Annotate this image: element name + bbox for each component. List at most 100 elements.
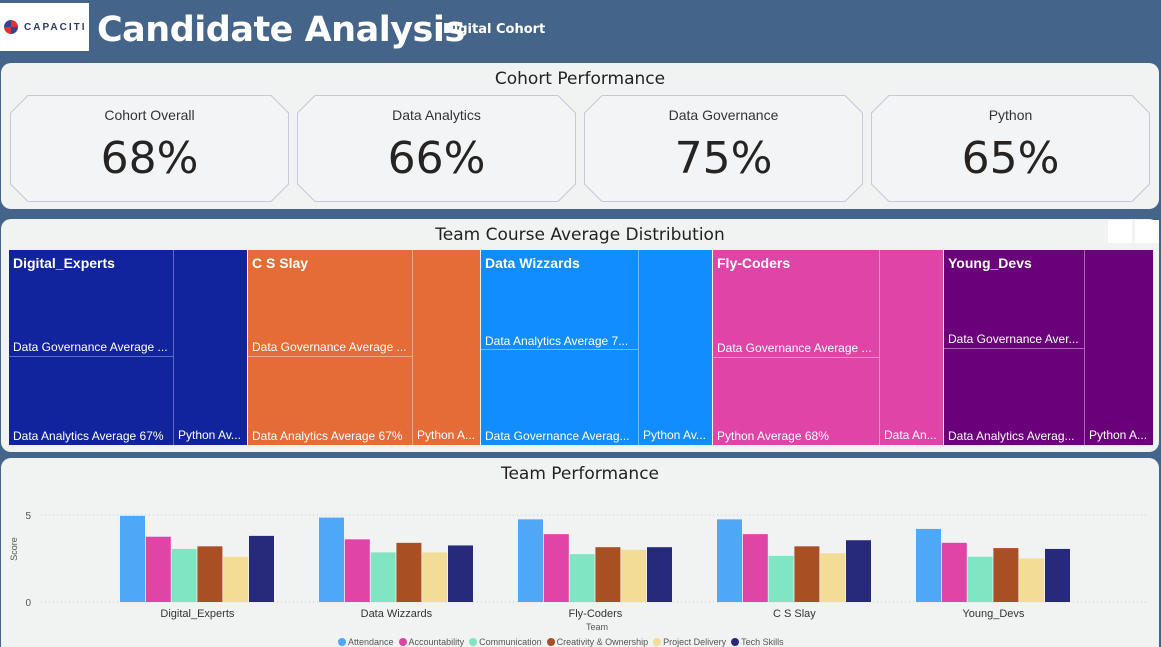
legend-item[interactable]: Project Delivery (653, 637, 726, 647)
bar (794, 546, 820, 602)
treemap-cell-label: Python Av... (643, 428, 706, 442)
y-tick-label: 0 (25, 598, 31, 609)
bar (820, 553, 846, 602)
team-course-average-panel: Team Course Average Distribution Digital… (1, 219, 1159, 452)
treemap-cell[interactable]: Python Average 68% (713, 357, 879, 445)
x-tick-label: Fly-Coders (569, 608, 623, 620)
legend-item[interactable]: Tech Skills (731, 637, 784, 647)
legend-item[interactable]: Creativity & Ownership (546, 637, 649, 647)
treemap-cell-label: Data An... (884, 428, 937, 442)
treemap-cell[interactable]: Young_Devs Data Governance Aver... (944, 250, 1084, 348)
bar (223, 556, 249, 602)
treemap-chart: Digital_Experts Data Governance Average … (9, 250, 1153, 445)
bar (846, 540, 871, 602)
bar (448, 545, 473, 602)
page-title: Candidate Analysis (97, 10, 465, 50)
x-tick-label: C S Slay (773, 608, 816, 620)
treemap-cell-label: Data Analytics Averag... (948, 429, 1075, 443)
bar (344, 539, 370, 602)
bar (171, 548, 197, 602)
legend-label: Creativity & Ownership (556, 637, 649, 647)
treemap-cell-label: Python A... (417, 428, 476, 442)
kpi-label: Data Analytics (392, 107, 481, 123)
legend-label: Communication (479, 637, 542, 647)
chart-legend: Attendance Accountability Communication Cre… (338, 637, 784, 647)
x-axis-label: Team (586, 622, 608, 632)
treemap-cell[interactable]: Data Analytics Averag... (944, 348, 1084, 445)
kpi-value: 65% (961, 133, 1060, 184)
treemap-cell[interactable]: Data Analytics Average 67% (248, 356, 412, 445)
treemap-cell-label: Data Governance Aver... (948, 332, 1079, 346)
treemap-cell[interactable]: Python A... (412, 250, 480, 445)
treemap-team-label: C S Slay (252, 255, 309, 271)
more-options-button[interactable] (1135, 220, 1159, 243)
x-tick-label: Young_Devs (962, 608, 1024, 620)
kpi-value: 66% (387, 133, 486, 184)
treemap-cell[interactable]: Python Av... (173, 250, 247, 445)
legend-label: Tech Skills (741, 637, 784, 647)
focus-mode-button[interactable] (1108, 220, 1132, 243)
kpi-label: Data Governance (668, 107, 779, 123)
bar (595, 547, 621, 602)
treemap-cell-label: Data Governance Averag... (485, 429, 630, 443)
bar (145, 536, 171, 602)
treemap-cell[interactable]: Python Av... (638, 250, 712, 445)
treemap-cell-label: Data Governance Average ... (252, 340, 407, 354)
bar (120, 515, 145, 602)
team-performance-panel: Team Performance 0 5 Score Digital_Experts D… (1, 458, 1159, 647)
bar (569, 554, 595, 602)
bar (197, 546, 223, 602)
kpi-card-python[interactable]: Python 65% (871, 95, 1150, 202)
bar (993, 548, 1019, 602)
bar (249, 535, 274, 602)
bar (717, 519, 742, 602)
treemap-cell[interactable]: Data Analytics Average 67% (9, 356, 173, 445)
legend-label: Project Delivery (663, 637, 727, 647)
team-performance-chart: 0 5 Score Digital_Experts Data Wizzards Fly-C… (9, 511, 1146, 632)
bar (370, 552, 396, 602)
y-tick-label: 5 (25, 511, 31, 522)
legend-label: Attendance (348, 637, 394, 647)
legend-item[interactable]: Accountability (398, 637, 465, 647)
bar (543, 534, 569, 602)
bar (1045, 548, 1070, 602)
bar (941, 542, 967, 602)
capaciti-logo-icon (4, 20, 18, 34)
kpi-card-data-governance[interactable]: Data Governance 75% (584, 95, 863, 202)
bar (518, 519, 543, 602)
kpi-label: Cohort Overall (104, 107, 195, 123)
bar (319, 517, 344, 602)
legend-dot-icon (653, 638, 662, 646)
kpi-card-cohort-overall[interactable]: Cohort Overall 68% (10, 95, 289, 202)
treemap-cell[interactable]: Data Wizzards Data Analytics Average 7..… (481, 250, 638, 349)
legend-item[interactable]: Communication (469, 637, 542, 647)
cohort-performance-title: Cohort Performance (494, 69, 666, 89)
treemap-cell[interactable]: Fly-Coders Data Governance Average ... (713, 250, 879, 357)
capaciti-logo: CAPACITI (0, 3, 89, 51)
treemap-team-label: Digital_Experts (13, 255, 115, 271)
logo-text: CAPACITI (24, 21, 87, 33)
y-axis-label: Score (9, 537, 19, 561)
page-subtitle: Digital Cohort (443, 22, 546, 37)
treemap-cell-label: Python Av... (178, 428, 241, 442)
treemap-cell[interactable]: Digital_Experts Data Governance Average … (9, 250, 173, 356)
treemap-cell[interactable]: Data Governance Averag... (481, 349, 638, 445)
kpi-label: Python (988, 107, 1033, 123)
legend-item[interactable]: Attendance (338, 637, 394, 647)
treemap-cell[interactable]: Python A... (1084, 250, 1153, 445)
legend-dot-icon (546, 638, 555, 646)
bar (621, 549, 647, 602)
bar (768, 555, 794, 602)
bar (422, 552, 448, 602)
kpi-value: 68% (100, 133, 199, 184)
treemap-cell[interactable]: C S Slay Data Governance Average ... (248, 250, 412, 356)
legend-label: Accountability (408, 637, 465, 647)
cohort-performance-panel: Cohort Performance Cohort Overall 68% Da… (1, 63, 1159, 209)
kpi-card-data-analytics[interactable]: Data Analytics 66% (297, 95, 576, 202)
bar (742, 534, 768, 602)
treemap-cell-label: Data Analytics Average 7... (485, 334, 629, 348)
treemap-cell-label: Python Average 68% (717, 429, 829, 443)
treemap-cell[interactable]: Data An... (879, 250, 943, 445)
treemap-cell-label: Data Analytics Average 67% (13, 429, 164, 443)
bar (916, 528, 941, 602)
